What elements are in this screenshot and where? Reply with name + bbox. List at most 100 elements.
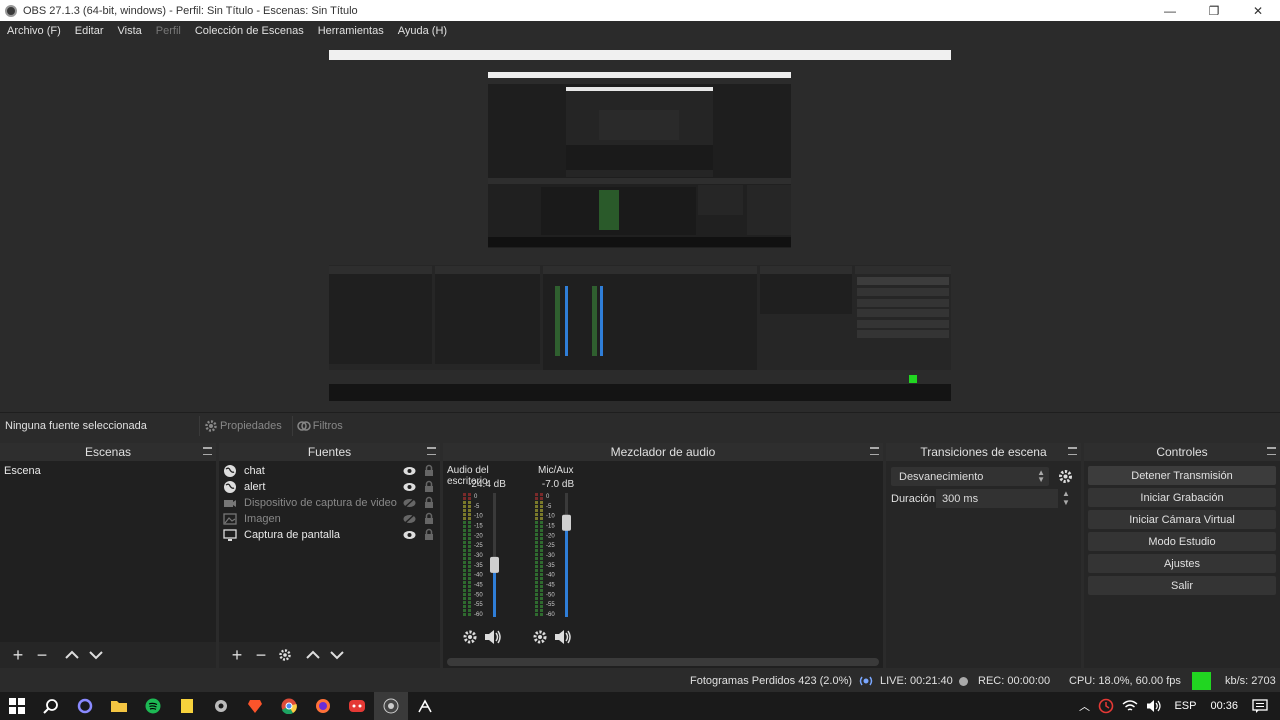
dock-float-icon[interactable] [203,447,212,455]
lock-icon[interactable] [423,528,435,541]
start-recording-button[interactable]: Iniciar Grabación [1088,488,1276,507]
start-virtual-camera-button[interactable]: Iniciar Cámara Virtual [1088,510,1276,529]
sticky-notes-icon[interactable] [170,692,204,720]
eye-hidden-icon[interactable] [403,497,416,509]
meter-segment [535,525,538,528]
wifi-icon[interactable] [1122,699,1138,713]
chevron-up-icon[interactable]: ︿ [1074,698,1094,714]
menu-perfil[interactable]: Perfil [156,25,181,37]
menu-vista[interactable]: Vista [118,25,142,37]
meter-segment [468,545,471,548]
lock-icon[interactable] [423,496,435,509]
discord-icon[interactable] [340,692,374,720]
source-properties-button[interactable] [273,645,297,665]
clock[interactable]: 00:36 [1210,700,1238,712]
properties-button[interactable]: Propiedades [199,415,286,436]
menu-bar: Archivo (F) Editar Vista Perfil Colecció… [0,21,1280,41]
cortana-icon[interactable] [68,692,102,720]
meter-segment [540,553,543,556]
move-down-icon[interactable] [84,645,108,665]
update-icon[interactable] [1098,698,1114,714]
scene-item[interactable]: Escena [0,463,216,479]
menu-coleccion-escenas[interactable]: Colección de Escenas [195,25,304,37]
eye-icon[interactable] [403,529,416,541]
restore-button[interactable]: ❐ [1192,0,1236,21]
file-explorer-icon[interactable] [102,692,136,720]
eye-icon[interactable] [403,481,416,493]
source-item-image[interactable]: Imagen [219,511,440,527]
eye-hidden-icon[interactable] [403,513,416,525]
source-item-alert[interactable]: alert [219,479,440,495]
meter-segment [535,553,538,556]
meter-segment [463,605,466,608]
dock-float-icon[interactable] [870,447,879,455]
language-indicator[interactable]: ESP [1174,700,1196,712]
speaker-icon[interactable] [483,629,503,645]
meter-segment [468,601,471,604]
rec-time: REC: 00:00:00 [978,675,1051,687]
eye-icon[interactable] [403,465,416,477]
firefox-icon[interactable] [306,692,340,720]
spotify-icon[interactable] [136,692,170,720]
preview-canvas[interactable] [329,50,951,401]
meter-segment [468,509,471,512]
mixer-scrollbar[interactable] [447,658,879,666]
move-up-icon[interactable] [60,645,84,665]
gear-icon[interactable] [461,629,479,645]
close-button[interactable]: ✕ [1236,0,1280,21]
duration-spinner[interactable]: ▲ ▼ [1062,489,1070,507]
notifications-icon[interactable] [1252,699,1268,713]
filters-button[interactable]: Filtros [291,415,347,436]
source-item-chat[interactable]: chat [219,463,440,479]
lock-icon[interactable] [423,480,435,493]
volume-icon[interactable] [1146,699,1162,713]
studio-mode-button[interactable]: Modo Estudio [1088,532,1276,551]
meter-segment [468,605,471,608]
meter-segment [468,553,471,556]
lock-icon[interactable] [423,512,435,525]
meter-segment [540,541,543,544]
menu-archivo[interactable]: Archivo (F) [7,25,61,37]
app-icon-2[interactable] [408,692,442,720]
move-up-icon[interactable] [301,645,325,665]
remove-scene-button[interactable]: − [30,645,54,665]
source-item-screen-capture[interactable]: Captura de pantalla [219,527,440,543]
obs-taskbar-icon[interactable] [374,692,408,720]
meter-segment [535,505,538,508]
volume-meters[interactable]: 0 -5 -10 -15 -20 -25 -30 -35 -40 -45 -50 -55 -60 0 -5 -… [443,491,643,631]
meter-segment [540,601,543,604]
gear-icon[interactable] [531,629,549,645]
meter-segment [535,501,538,504]
transition-select[interactable]: Desvanecimiento ▲ ▼ [891,467,1049,486]
meter-segment [463,541,466,544]
meter-segment [463,561,466,564]
dock-float-icon[interactable] [1267,447,1276,455]
move-down-icon[interactable] [325,645,349,665]
meter-segment [468,497,471,500]
menu-herramientas[interactable]: Herramientas [318,25,384,37]
source-name: Captura de pantalla [244,529,341,541]
chrome-icon[interactable] [272,692,306,720]
gear-icon[interactable] [1057,468,1074,485]
meter-segment [463,601,466,604]
menu-editar[interactable]: Editar [75,25,104,37]
app-icon[interactable] [204,692,238,720]
duration-input[interactable]: 300 ms [936,489,1058,508]
start-button[interactable] [0,692,34,720]
lock-icon[interactable] [423,464,435,477]
transitions-header: Transiciones de escena [886,443,1081,461]
brave-browser-icon[interactable] [238,692,272,720]
source-item-video-capture[interactable]: Dispositivo de captura de video [219,495,440,511]
menu-ayuda[interactable]: Ayuda (H) [398,25,447,37]
add-source-button[interactable]: + [225,645,249,665]
add-scene-button[interactable]: + [6,645,30,665]
dock-float-icon[interactable] [427,447,436,455]
minimize-button[interactable]: — [1148,0,1192,21]
speaker-icon[interactable] [553,629,573,645]
dock-float-icon[interactable] [1068,447,1077,455]
search-icon[interactable] [34,692,68,720]
exit-button[interactable]: Salir [1088,576,1276,595]
remove-source-button[interactable]: − [249,645,273,665]
stop-streaming-button[interactable]: Detener Transmisión [1088,466,1276,485]
settings-button[interactable]: Ajustes [1088,554,1276,573]
